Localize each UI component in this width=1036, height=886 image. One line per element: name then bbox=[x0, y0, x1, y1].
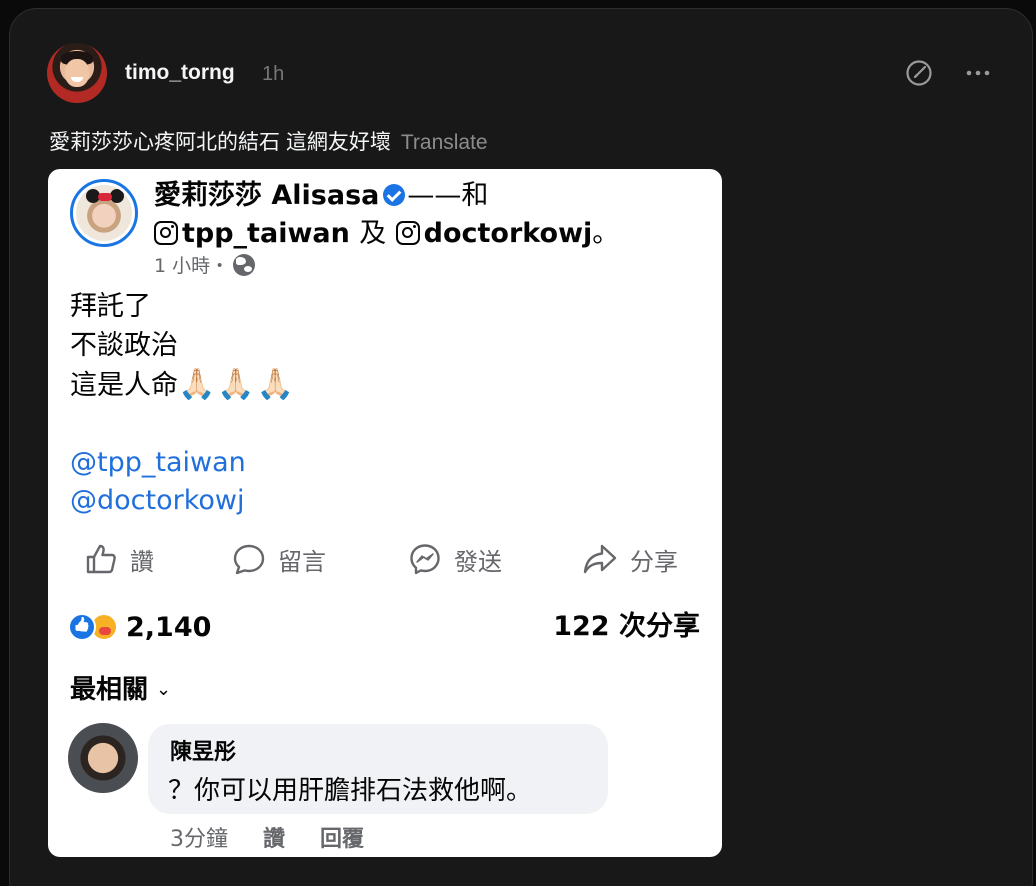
fb-tags-line: tpp_taiwan 及 doctorkowj。 bbox=[154, 211, 619, 250]
comment-meta: 3分鐘 讚 回覆 bbox=[170, 821, 392, 853]
comment-sort: 最相關 ⌄ bbox=[70, 675, 172, 705]
globe-icon bbox=[233, 254, 256, 276]
comment-bubble: 陳昱彤 ？你可以用肝膽排石法救他啊。 bbox=[148, 724, 608, 814]
username[interactable]: timo_torng bbox=[125, 61, 235, 85]
fb-send-action: 發送 bbox=[408, 537, 502, 581]
comment-like: 讚 bbox=[263, 827, 286, 852]
thumbs-up-icon bbox=[86, 544, 116, 574]
mention-link: @doctorkowj bbox=[70, 485, 245, 516]
reaction-summary: 2,140 bbox=[68, 609, 211, 645]
fb-tag-end: 。 bbox=[592, 218, 620, 249]
commenter-avatar bbox=[68, 723, 138, 793]
comment-bubble-icon bbox=[233, 544, 265, 575]
fb-tag-1: tpp_taiwan bbox=[182, 218, 350, 249]
comment-text: ？你可以用肝膽排石法救他啊。 bbox=[168, 776, 533, 806]
fb-post-time: 1 小時・ bbox=[154, 251, 256, 278]
reaction-count: 2,140 bbox=[126, 611, 212, 643]
comment-reply: 回覆 bbox=[320, 827, 365, 852]
fb-time-text: 1 小時・ bbox=[154, 255, 230, 277]
fb-comment-action: 留言 bbox=[232, 537, 326, 581]
messenger-icon bbox=[410, 544, 440, 575]
mention-link: @tpp_taiwan bbox=[70, 447, 246, 478]
fb-conjunction: 及 bbox=[359, 218, 387, 249]
pray-emoji: 🙏🏻🙏🏻🙏🏻 bbox=[178, 367, 297, 402]
like-reaction-icon bbox=[68, 613, 96, 641]
body-line: 拜託了 bbox=[70, 291, 151, 322]
fb-like-action: 讚 bbox=[84, 537, 154, 581]
fb-author-avatar bbox=[70, 179, 138, 247]
fb-share-action: 分享 bbox=[582, 537, 678, 581]
instagram-icon bbox=[154, 221, 178, 245]
fb-author-line: 愛莉莎莎 Alisasa ——和 bbox=[154, 173, 488, 212]
share-count: 122 次分享 bbox=[553, 611, 700, 642]
body-line: 這是人命🙏🏻🙏🏻🙏🏻 bbox=[70, 367, 297, 402]
fb-action-bar: 讚 留言 發送 分享 bbox=[48, 537, 722, 581]
fb-author-name: 愛莉莎莎 Alisasa bbox=[154, 180, 380, 211]
instagram-icon bbox=[395, 221, 420, 245]
attached-screenshot[interactable]: 愛莉莎莎 Alisasa ——和 tpp_taiwan 及 doctorkowj。… bbox=[48, 169, 722, 857]
chevron-down-icon: ⌄ bbox=[156, 679, 172, 700]
share-arrow-icon bbox=[583, 544, 617, 574]
post-caption: 愛莉莎莎心疼阿北的結石 這網友好壞 Translate bbox=[49, 126, 488, 156]
body-line: 不談政治 bbox=[70, 330, 178, 361]
caption-text: 愛莉莎莎心疼阿北的結石 這網友好壞 bbox=[49, 131, 391, 154]
comment-time: 3分鐘 bbox=[170, 827, 228, 852]
compose-circle-icon[interactable] bbox=[904, 58, 934, 88]
user-avatar[interactable] bbox=[47, 43, 107, 103]
fb-post-body: 拜託了 不談政治 這是人命🙏🏻🙏🏻🙏🏻 bbox=[70, 287, 296, 405]
fb-with-text: ——和 bbox=[407, 180, 489, 211]
commenter-name: 陳昱彤 bbox=[170, 740, 237, 765]
post-time: 1h bbox=[262, 63, 285, 85]
fb-tag-2: doctorkowj bbox=[423, 218, 593, 249]
translate-link[interactable]: Translate bbox=[401, 131, 488, 154]
more-horizontal-icon[interactable] bbox=[963, 58, 993, 88]
verified-badge-icon bbox=[383, 184, 406, 206]
